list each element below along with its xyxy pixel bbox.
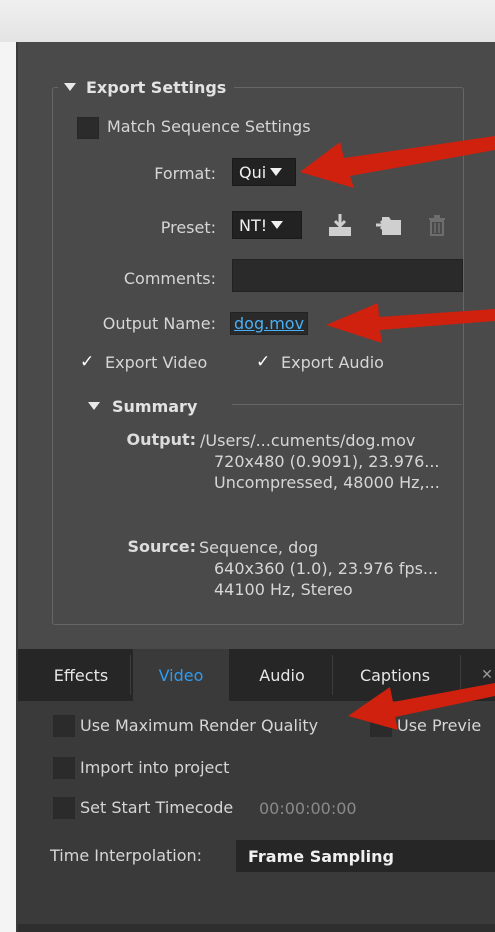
annotation-arrow <box>348 683 495 730</box>
annotation-arrow <box>300 136 495 188</box>
annotation-arrows <box>300 136 495 730</box>
annotation-arrow <box>326 303 495 343</box>
